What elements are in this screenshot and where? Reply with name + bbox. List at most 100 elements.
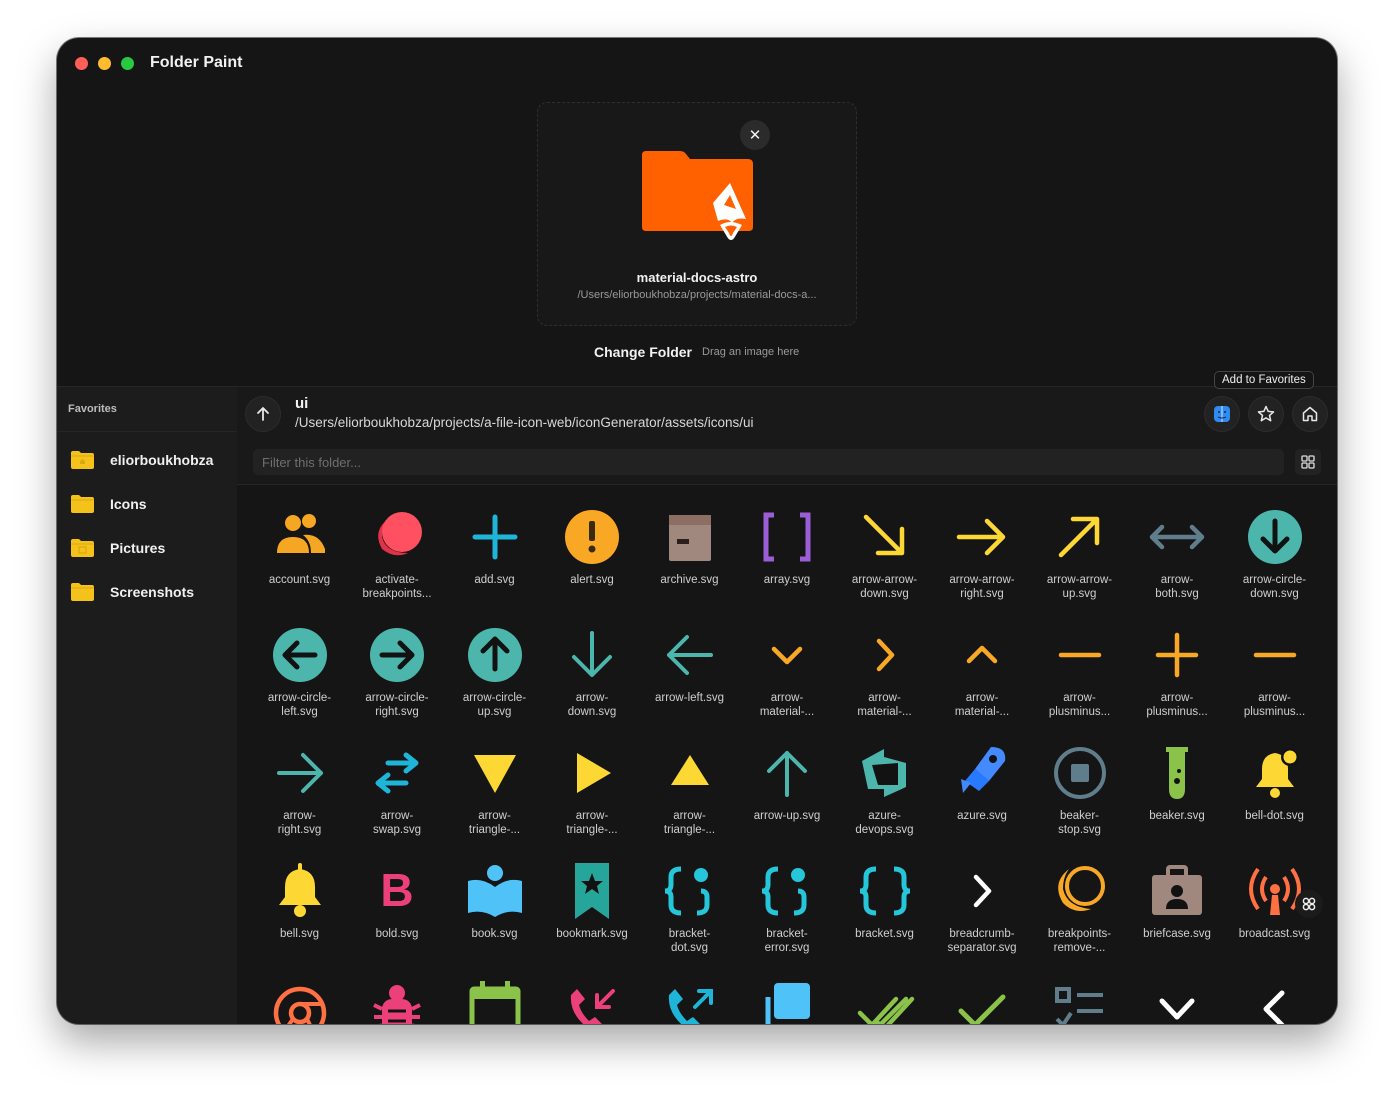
icon-grid-item[interactable]: breakpoints- remove-... [1031,859,1128,955]
icon-grid-item[interactable] [446,977,543,1024]
icon-file-name: arrow- down.svg [567,692,617,718]
beaker-stop-icon [1053,747,1106,799]
icon-grid-item[interactable]: arrow-arrow- right.svg [934,505,1031,601]
icon-file-name: bracket- error.svg [764,928,810,954]
icon-grid-item[interactable]: add.svg [446,505,543,587]
icon-file-name: arrow- material-... [759,692,815,718]
icon-grid-item[interactable]: arrow- plusminus... [1031,623,1128,719]
sidebar-item-pictures[interactable]: Pictures [70,538,165,558]
icon-grid-item[interactable]: arrow-circle- down.svg [1226,505,1323,601]
icon-grid-item[interactable]: beaker.svg [1129,741,1226,823]
icon-grid-item[interactable]: arrow- plusminus... [1226,623,1323,719]
app-window: Folder Paint ✕ material-docs-astro /User… [57,38,1337,1024]
parent-folder-button[interactable] [245,396,281,432]
icon-grid-item[interactable]: arrow-circle- up.svg [446,623,543,719]
icon-grid-item[interactable]: activate- breakpoints... [349,505,446,601]
icon-grid-item[interactable]: briefcase.svg [1129,859,1226,941]
current-folder-path: /Users/eliorboukhobza/projects/a-file-ic… [295,415,754,430]
icon-grid-item[interactable] [641,977,738,1024]
reveal-in-finder-button[interactable] [1204,396,1240,432]
favorites-heading: Favorites [68,403,117,415]
bracket-error-icon [761,866,807,916]
folder-icon [71,583,94,601]
icon-grid-item[interactable] [934,977,1031,1024]
add-to-favorites-tooltip: Add to Favorites [1214,371,1314,389]
icon-grid-item[interactable]: arrow- plusminus... [1129,623,1226,719]
icon-grid-item[interactable]: breadcrumb- separator.svg [934,859,1031,955]
icon-grid-item[interactable]: azure- devops.svg [836,741,933,837]
icon-grid-item[interactable]: Bbold.svg [349,859,446,941]
arrow-triangle-down-icon [473,755,516,793]
icon-grid-item[interactable]: arrow- both.svg [1129,505,1226,601]
sidebar-item-screenshots[interactable]: Screenshots [70,582,194,602]
add-icon [472,514,517,560]
arrow-both-icon [1149,524,1205,550]
grid-view-icon [1301,455,1315,469]
icon-grid-item[interactable] [251,977,348,1024]
change-folder-button[interactable]: Change Folder [594,344,692,360]
breakpoints-remove-icon [1057,866,1105,911]
icon-grid-item[interactable] [836,977,933,1024]
arrow-right-icon [276,753,323,793]
icon-grid-item[interactable] [1226,977,1323,1024]
icon-grid-item[interactable]: arrow-arrow- down.svg [836,505,933,601]
icon-grid-item[interactable]: arrow- material-... [739,623,836,719]
selected-folder-name: material-docs-astro [636,270,758,285]
expand-button[interactable] [1295,890,1323,918]
check-icon [958,994,1006,1024]
close-window-button[interactable] [75,57,88,70]
case-sensitive-icon [765,983,810,1024]
icon-file-name: archive.svg [660,574,719,586]
icon-grid-item[interactable]: arrow- swap.svg [349,741,446,837]
icon-grid-item[interactable]: bracket.svg [836,859,933,941]
icon-grid-item[interactable]: arrow-circle- right.svg [349,623,446,719]
icon-file-name: arrow- material-... [857,692,912,718]
icon-grid-item[interactable]: arrow-left.svg [641,623,738,705]
arrow-circle-down-icon [1247,510,1302,564]
icon-grid-item[interactable]: bracket- error.svg [739,859,836,955]
icon-grid-item[interactable]: bell-dot.svg [1226,741,1323,823]
icon-file-name: activate- breakpoints... [362,574,432,600]
icon-grid-item[interactable] [739,977,836,1024]
bold-icon: B [380,864,413,916]
arrow-material-up-icon [966,645,998,664]
icon-grid-item[interactable]: arrow- material-... [836,623,933,719]
icon-grid-item[interactable]: account.svg [251,505,348,587]
icon-grid-item[interactable] [544,977,641,1024]
icon-grid-item[interactable]: book.svg [446,859,543,941]
icon-grid-item[interactable] [349,977,446,1024]
icon-grid-item[interactable]: beaker- stop.svg [1031,741,1128,837]
icon-grid-item[interactable]: arrow-up.svg [739,741,836,823]
icon-grid-item[interactable]: archive.svg [641,505,738,587]
icon-grid-item[interactable]: arrow- triangle-... [641,741,738,837]
icon-grid-item[interactable]: arrow- down.svg [544,623,641,719]
icon-grid-item[interactable]: arrow-circle- left.svg [251,623,348,719]
icon-file-name: arrow- material-... [954,692,1010,718]
folder-drop-zone[interactable]: ✕ material-docs-astro /Users/eliorboukho… [537,102,857,326]
pictures-folder-icon [71,539,94,557]
icon-grid-item[interactable]: azure.svg [934,741,1031,823]
icon-grid-item[interactable]: bookmark.svg [544,859,641,941]
icon-grid-item[interactable]: arrow- right.svg [251,741,348,837]
minimize-window-button[interactable] [98,57,111,70]
home-button[interactable] [1292,396,1328,432]
add-to-favorites-button[interactable] [1248,396,1284,432]
sidebar-item-icons[interactable]: Icons [70,494,147,514]
view-mode-button[interactable] [1295,449,1321,475]
maximize-window-button[interactable] [121,57,134,70]
close-icon[interactable]: ✕ [740,120,770,150]
icon-grid-item[interactable]: arrow- triangle-... [544,741,641,837]
icon-grid-item[interactable]: alert.svg [544,505,641,587]
icon-grid-item[interactable] [1031,977,1128,1024]
icon-grid-item[interactable]: arrow- material-... [934,623,1031,719]
icon-grid-item[interactable]: bell.svg [251,859,348,941]
icon-file-name: alert.svg [570,574,614,586]
icon-grid-item[interactable] [1129,977,1226,1024]
icon-grid-item[interactable]: arrow-arrow- up.svg [1031,505,1128,601]
sidebar-item-eliorboukhobza[interactable]: eliorboukhobza [70,450,213,470]
icon-grid-item[interactable]: array.svg [739,505,836,587]
icon-grid-item[interactable]: arrow- triangle-... [446,741,543,837]
sidebar: Favorites eliorboukhobza Icons Pictures … [57,386,237,1024]
filter-input[interactable] [253,449,1284,475]
icon-grid-item[interactable]: bracket- dot.svg [641,859,738,955]
